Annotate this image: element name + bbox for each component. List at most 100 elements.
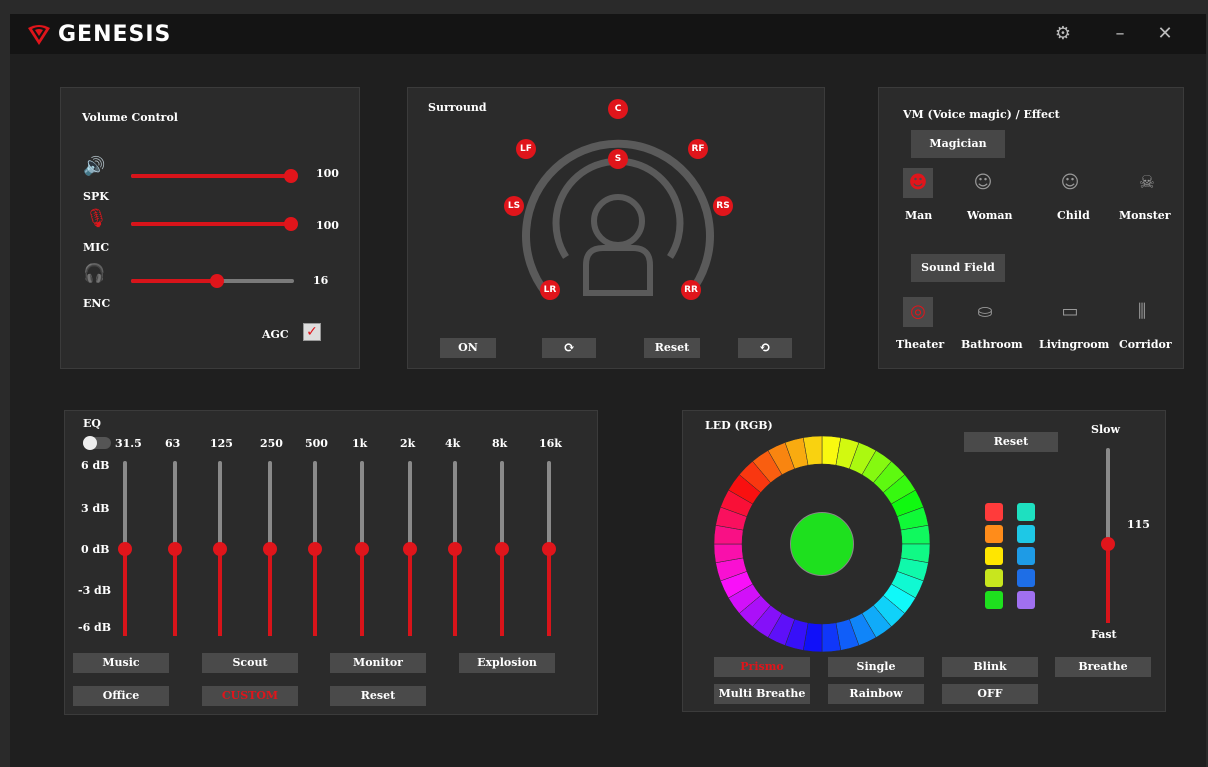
sound-field-button[interactable]: Sound Field	[911, 254, 1005, 282]
voice-monster-label[interactable]: Monster	[1119, 209, 1171, 222]
eq-band-slider-8[interactable]	[495, 461, 509, 636]
spk-icon: 🔊	[83, 156, 106, 177]
spk-slider[interactable]	[131, 174, 294, 178]
color-swatch-right-1[interactable]	[1017, 525, 1035, 543]
mode-multi-breathe-button[interactable]: Multi Breathe	[714, 684, 810, 704]
eq-band-slider-9[interactable]	[542, 461, 556, 636]
woman-icon[interactable]: ☺	[968, 168, 998, 198]
enc-slider-knob[interactable]	[210, 274, 224, 288]
eq-band-knob-9[interactable]	[542, 542, 556, 556]
eq-band-label-9: 16k	[539, 437, 562, 450]
voice-man-label[interactable]: Man	[905, 209, 932, 222]
eq-band-slider-4[interactable]	[308, 461, 322, 636]
mode-single-button[interactable]: Single	[828, 657, 924, 677]
agc-checkbox[interactable]: ✓	[303, 323, 321, 341]
color-swatch-right-0[interactable]	[1017, 503, 1035, 521]
surround-panel: Surround C LF RF S LS RS LR RR ON ⟳ Rese…	[407, 87, 825, 369]
surround-on-button[interactable]: ON	[440, 338, 496, 358]
eq-band-knob-3[interactable]	[263, 542, 277, 556]
eq-band-knob-2[interactable]	[213, 542, 227, 556]
eq-reset-button[interactable]: Reset	[330, 686, 426, 706]
eq-band-knob-1[interactable]	[168, 542, 182, 556]
close-button[interactable]: ✕	[1152, 22, 1178, 46]
theater-icon[interactable]: ◎	[903, 297, 933, 327]
speaker-lr[interactable]: LR	[540, 280, 560, 300]
preset-explosion-button[interactable]: Explosion	[459, 653, 555, 673]
man-icon[interactable]: ☻	[903, 168, 933, 198]
rotate-cw-button[interactable]: ⟳	[542, 338, 596, 358]
color-swatch-left-2[interactable]	[985, 547, 1003, 565]
child-icon[interactable]: ☺	[1055, 168, 1085, 198]
led-title: LED (RGB)	[705, 419, 773, 432]
field-theater-label[interactable]: Theater	[896, 338, 944, 351]
eq-toggle[interactable]	[83, 436, 111, 450]
eq-band-knob-5[interactable]	[355, 542, 369, 556]
mode-prismo-button[interactable]: Prismo	[714, 657, 810, 677]
eq-band-label-5: 1k	[352, 437, 368, 450]
sofa-icon[interactable]: ▭	[1055, 297, 1085, 327]
color-swatch-left-1[interactable]	[985, 525, 1003, 543]
eq-band-slider-1[interactable]	[168, 461, 182, 636]
mode-off-button[interactable]: OFF	[942, 684, 1038, 704]
preset-music-button[interactable]: Music	[73, 653, 169, 673]
mode-breathe-button[interactable]: Breathe	[1055, 657, 1151, 677]
enc-label: ENC	[83, 297, 111, 310]
eq-band-knob-4[interactable]	[308, 542, 322, 556]
voice-woman-label[interactable]: Woman	[967, 209, 1013, 222]
app-window: GENESIS ⚙ – ✕ Volume Control 🔊 SPK 100 🎙…	[10, 14, 1206, 767]
preset-custom-button[interactable]: CUSTOM	[202, 686, 298, 706]
mode-rainbow-button[interactable]: Rainbow	[828, 684, 924, 704]
eq-band-slider-5[interactable]	[355, 461, 369, 636]
color-swatch-right-4[interactable]	[1017, 591, 1035, 609]
preset-office-button[interactable]: Office	[73, 686, 169, 706]
eq-band-slider-0[interactable]	[118, 461, 132, 636]
speaker-c[interactable]: C	[608, 99, 628, 119]
led-reset-button[interactable]: Reset	[964, 432, 1058, 452]
preset-scout-button[interactable]: Scout	[202, 653, 298, 673]
spk-slider-knob[interactable]	[284, 169, 298, 183]
speaker-ls[interactable]: LS	[504, 196, 524, 216]
eq-band-knob-8[interactable]	[495, 542, 509, 556]
minimize-button[interactable]: –	[1107, 22, 1133, 46]
speaker-rr[interactable]: RR	[681, 280, 701, 300]
field-livingroom-label[interactable]: Livingroom	[1039, 338, 1109, 351]
mic-slider-knob[interactable]	[284, 217, 298, 231]
eq-band-label-0: 31.5	[115, 437, 142, 450]
bathtub-icon[interactable]: ⛀	[970, 297, 1000, 327]
color-swatch-left-4[interactable]	[985, 591, 1003, 609]
eq-band-knob-0[interactable]	[118, 542, 132, 556]
eq-band-slider-7[interactable]	[448, 461, 462, 636]
speaker-s[interactable]: S	[608, 149, 628, 169]
led-speed-knob[interactable]	[1101, 537, 1115, 551]
mic-slider[interactable]	[131, 222, 294, 226]
eq-band-knob-6[interactable]	[403, 542, 417, 556]
color-swatch-right-2[interactable]	[1017, 547, 1035, 565]
eq-band-knob-7[interactable]	[448, 542, 462, 556]
voice-child-label[interactable]: Child	[1057, 209, 1090, 222]
color-swatch-left-3[interactable]	[985, 569, 1003, 587]
rotate-ccw-button[interactable]: ⟲	[738, 338, 792, 358]
eq-band-slider-2[interactable]	[213, 461, 227, 636]
volume-title: Volume Control	[82, 111, 178, 124]
field-corridor-label[interactable]: Corridor	[1119, 338, 1172, 351]
spk-label: SPK	[83, 190, 109, 203]
mode-blink-button[interactable]: Blink	[942, 657, 1038, 677]
magician-button[interactable]: Magician	[911, 130, 1005, 158]
corridor-icon[interactable]: ⫼	[1127, 297, 1157, 327]
eq-band-slider-3[interactable]	[263, 461, 277, 636]
settings-button[interactable]: ⚙	[1050, 22, 1076, 46]
speaker-rs[interactable]: RS	[713, 196, 733, 216]
speaker-rf[interactable]: RF	[688, 139, 708, 159]
led-speed-slider[interactable]	[1101, 448, 1115, 623]
monster-icon[interactable]: ☠	[1132, 168, 1162, 198]
preset-monitor-button[interactable]: Monitor	[330, 653, 426, 673]
eq-band-slider-6[interactable]	[403, 461, 417, 636]
speaker-lf[interactable]: LF	[516, 139, 536, 159]
field-bathroom-label[interactable]: Bathroom	[961, 338, 1023, 351]
eq-band-label-3: 250	[260, 437, 283, 450]
headphones-icon: 🎧	[83, 263, 106, 284]
surround-reset-button[interactable]: Reset	[644, 338, 700, 358]
color-swatch-left-0[interactable]	[985, 503, 1003, 521]
color-swatch-right-3[interactable]	[1017, 569, 1035, 587]
genesis-logo-icon	[28, 24, 50, 45]
